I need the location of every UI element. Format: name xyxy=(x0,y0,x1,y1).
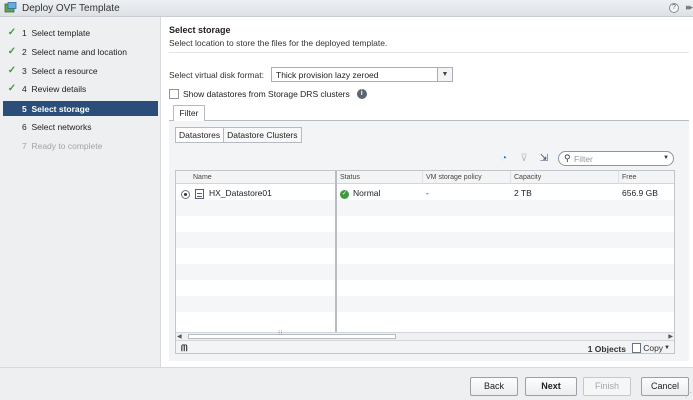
title-bar: Deploy OVF Template ? ▸▸ xyxy=(0,0,693,17)
step-select-resource[interactable]: ✓ 3 Select a resource xyxy=(3,63,158,78)
page-title: Select storage xyxy=(169,25,231,35)
cell-free: 656.9 GB xyxy=(622,188,658,198)
window-title: Deploy OVF Template xyxy=(22,2,120,14)
check-icon: ✓ xyxy=(7,46,17,57)
back-button[interactable]: Back xyxy=(470,377,518,396)
step-label: Select storage xyxy=(31,103,90,114)
step-number: 2 xyxy=(22,46,27,57)
column-header-status[interactable]: Status xyxy=(336,171,422,184)
chevron-down-icon[interactable]: ▼ xyxy=(437,68,452,81)
cell-status: Normal xyxy=(353,188,381,198)
step-select-template[interactable]: ✓ 1 Select template xyxy=(3,25,158,40)
step-label: Ready to complete xyxy=(31,140,103,151)
datastore-icon xyxy=(195,189,204,199)
sdrs-label: Show datastores from Storage DRS cluster… xyxy=(183,89,350,99)
disk-format-select[interactable]: Thick provision lazy zeroed ▼ xyxy=(271,67,453,82)
sdrs-checkbox[interactable] xyxy=(169,89,179,99)
copy-label: Copy xyxy=(643,343,664,353)
datastore-grid: Name Status VM storage policy Capacity F… xyxy=(175,170,675,354)
grid-footer: ᗰ 1 Objects Copy ▼ xyxy=(176,340,674,354)
help-icon[interactable]: ? xyxy=(669,3,679,13)
disk-format-label: Select virtual disk format: xyxy=(169,70,264,80)
frozen-column-divider[interactable] xyxy=(335,171,337,332)
binoculars-icon[interactable]: ᗰ xyxy=(181,343,188,353)
step-select-networks[interactable]: ✓ 6 Select networks xyxy=(3,119,158,134)
step-number: 6 xyxy=(22,121,27,132)
check-icon: ✓ xyxy=(7,83,17,94)
step-number: 4 xyxy=(22,83,27,94)
column-header-free[interactable]: Free xyxy=(618,171,674,184)
filter-clear-icon[interactable]: ⊽ xyxy=(518,153,530,165)
page-subtitle: Select location to store the files for t… xyxy=(169,38,388,48)
tab-filter[interactable]: Filter xyxy=(173,105,205,121)
refresh-icon[interactable]: ◔ xyxy=(498,153,510,165)
check-icon: ✓ xyxy=(7,65,17,76)
step-label: Select name and location xyxy=(31,46,127,57)
status-ok-icon: ✓ xyxy=(340,190,349,199)
step-select-name-location[interactable]: ✓ 2 Select name and location xyxy=(3,44,158,59)
column-header-name[interactable]: Name xyxy=(190,171,336,184)
next-button[interactable]: Next xyxy=(525,377,577,396)
subtab-bar: Datastores Datastore Clusters xyxy=(175,127,302,143)
ovf-template-icon xyxy=(4,2,17,14)
scroll-left-icon[interactable]: ◀ xyxy=(177,333,182,340)
filter-input[interactable] xyxy=(574,153,659,164)
step-number: 1 xyxy=(22,27,27,38)
search-icon: ⚲ xyxy=(564,153,571,163)
filter-box[interactable]: ⚲ ▼ xyxy=(558,151,674,166)
wizard-footer: Back Next Finish Cancel ⋰ xyxy=(0,367,693,400)
export-icon[interactable]: ⇲ xyxy=(538,153,550,165)
step-number: 7 xyxy=(22,140,27,151)
cell-name[interactable]: HX_Datastore01 xyxy=(209,187,272,200)
cell-capacity: 2 TB xyxy=(514,188,532,198)
step-label: Select networks xyxy=(31,121,92,132)
main-content: Select storage Select location to store … xyxy=(161,17,693,367)
column-header-capacity[interactable]: Capacity xyxy=(510,171,618,184)
check-icon: ✓ xyxy=(7,27,17,38)
step-number: 5 xyxy=(22,103,27,114)
wizard-steps-sidebar: ✓ 1 Select template ✓ 2 Select name and … xyxy=(0,17,161,367)
step-number: 3 xyxy=(22,65,27,76)
scroll-right-icon[interactable]: ▶ xyxy=(668,333,673,340)
subtab-datastore-clusters[interactable]: Datastore Clusters xyxy=(223,127,302,143)
step-label: Review details xyxy=(31,83,87,94)
scroll-grip-icon: ⁝⁝ xyxy=(278,330,283,337)
resize-grip-icon[interactable]: ⋰ xyxy=(685,391,692,399)
step-review-details[interactable]: ✓ 4 Review details xyxy=(3,81,158,96)
expand-icon[interactable]: ▸▸ xyxy=(686,2,693,13)
step-label: Select a resource xyxy=(31,65,98,76)
disk-format-value: Thick provision lazy zeroed xyxy=(276,70,379,80)
chevron-down-icon[interactable]: ▼ xyxy=(663,155,669,161)
step-ready-to-complete: ✓ 7 Ready to complete xyxy=(3,138,158,153)
step-label: Select template xyxy=(31,27,91,38)
grid-toolbar: ◔ ⊽ ⇲ xyxy=(498,153,558,165)
finish-button: Finish xyxy=(583,377,631,396)
sdrs-option: Show datastores from Storage DRS cluster… xyxy=(169,89,367,99)
scroll-thumb[interactable] xyxy=(188,334,396,339)
copy-icon xyxy=(632,343,642,353)
grid-header: Name Status VM storage policy Capacity F… xyxy=(176,171,674,184)
horizontal-scrollbar[interactable]: ◀ ⁝⁝ ▶ xyxy=(176,330,674,340)
subtab-datastores[interactable]: Datastores xyxy=(175,127,225,143)
divider xyxy=(169,52,689,53)
row-radio[interactable] xyxy=(181,190,190,199)
info-icon[interactable]: i xyxy=(356,89,367,99)
object-count: 1 Objects xyxy=(587,344,626,354)
cell-policy: - xyxy=(426,188,429,198)
cancel-button[interactable]: Cancel xyxy=(641,377,689,396)
copy-button[interactable]: Copy ▼ xyxy=(632,343,670,353)
column-header-policy[interactable]: VM storage policy xyxy=(422,171,510,184)
chevron-down-icon: ▼ xyxy=(664,345,670,351)
step-select-storage[interactable]: ✓ 5 Select storage xyxy=(3,101,158,116)
